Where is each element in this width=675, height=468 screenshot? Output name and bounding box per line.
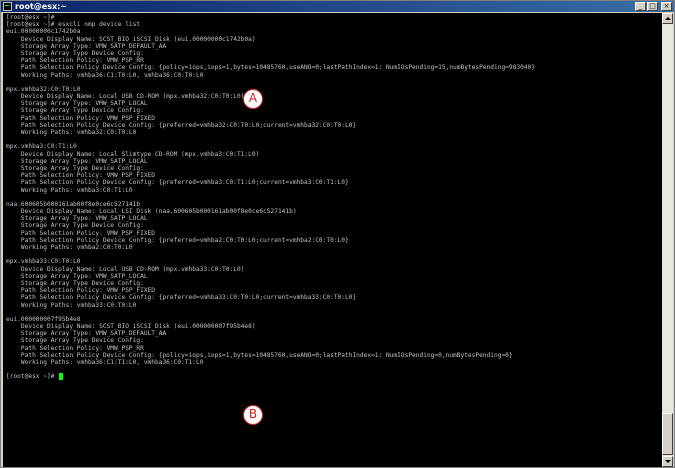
terminal-line: Working Paths: vmhba36:C1:T0:L0, vmhba36… — [6, 71, 204, 79]
terminal-line: Path Selection Policy Device Config: {pr… — [6, 294, 357, 302]
vertical-scrollbar[interactable] — [662, 13, 673, 467]
terminal-output[interactable]: [root@esx ~]# [root@esx ~]# esxcli nmp de… — [3, 13, 663, 467]
title-bar[interactable]: root@esx:~ _ □ × — [1, 1, 674, 12]
terminal-line: Path Selection Policy Device Config: {pr… — [6, 121, 357, 129]
terminal-line: eui.00000000c1742b0a — [6, 28, 81, 36]
terminal-line: Storage Array Type: VMW_SATP_LOCAL — [6, 215, 148, 223]
terminal-line: Working Paths: vmhba33:C0:T0:L0 — [6, 301, 137, 309]
terminal-line: Device Display Name: SCST_BIO iSCSI Disk… — [6, 35, 256, 43]
terminal-line: mpx.vmhba33:C0:T0:L0 — [6, 258, 81, 266]
terminal-line: Storage Array Type Device Config: — [6, 107, 144, 115]
minimize-button[interactable]: _ — [635, 2, 646, 11]
terminal-line: Storage Array Type Device Config: — [6, 279, 144, 287]
terminal-line: Storage Array Type: VMW_SATP_DEFAULT_AA — [6, 42, 167, 50]
terminal-line: Path Selection Policy: VMW_PSP_RR — [6, 57, 144, 65]
terminal-line: Path Selection Policy: VMW_PSP_FIXED — [6, 287, 156, 295]
terminal-line: eui.000000007f95b4e8 — [6, 315, 81, 323]
close-button[interactable]: × — [661, 2, 672, 11]
terminal-line: Working Paths: vmhba3:C0:T1:L0 — [6, 186, 133, 194]
terminal-line: naa.600605b000161ab00f8e0ce6c527141b — [6, 200, 141, 208]
terminal-window: root@esx:~ _ □ × [root@esx ~]# [root@esx … — [0, 0, 675, 468]
terminal-line: Path Selection Policy Device Config: {po… — [6, 351, 513, 359]
terminal-line: Storage Array Type Device Config: — [6, 49, 144, 57]
scroll-down-arrow-icon[interactable] — [662, 456, 673, 467]
terminal-line: Working Paths: vmhba2:C0:T0:L0 — [6, 244, 133, 251]
terminal-line: Device Display Name: Local USB CD-ROM (m… — [6, 93, 245, 101]
terminal-line: Storage Array Type Device Config: — [6, 222, 144, 230]
terminal-line: Storage Array Type: VMW_SATP_LOCAL — [6, 100, 148, 108]
terminal-line: mpx.vmhba32:C0:T0:L0 — [6, 85, 81, 93]
terminal-line: Working Paths: vmhba36:C1:T1:L0, vmhba36… — [6, 359, 204, 366]
terminal-line: [root@esx ~]# — [6, 14, 55, 21]
terminal-app-icon — [3, 2, 12, 11]
scrollbar-thumb[interactable] — [662, 413, 673, 455]
terminal-line: [root@esx ~]# esxcli nmp device list — [6, 21, 141, 29]
maximize-button[interactable]: □ — [647, 2, 658, 11]
terminal-line: Path Selection Policy Device Config: {pr… — [6, 179, 349, 187]
terminal-line: Path Selection Policy Device Config: {pr… — [6, 236, 349, 244]
scroll-up-arrow-icon[interactable] — [662, 13, 673, 24]
window-title: root@esx:~ — [15, 2, 68, 11]
callout-b: B — [243, 405, 263, 425]
terminal-line: Storage Array Type Device Config: — [6, 337, 144, 345]
terminal-line: Device Display Name: Local LSI Disk (naa… — [6, 208, 297, 216]
terminal-line: Path Selection Policy: VMW_PSP_FIXED — [6, 229, 156, 237]
terminal-line: Working Paths: vmhba32:C0:T0:L0 — [6, 129, 137, 136]
terminal-line: Storage Array Type Device Config: — [6, 164, 144, 172]
terminal-line: mpx.vmhba3:C0:T1:L0 — [6, 143, 77, 151]
terminal-cursor — [59, 373, 64, 381]
terminal-line: Device Display Name: Local USB CD-ROM (m… — [6, 265, 245, 273]
terminal-line: Path Selection Policy: VMW_PSP_RR — [6, 344, 144, 352]
callout-a: A — [243, 89, 263, 109]
terminal-text: [root@esx ~]# [root@esx ~]# esxcli nmp de… — [6, 14, 535, 381]
terminal-line: Path Selection Policy: VMW_PSP_FIXED — [6, 114, 156, 122]
terminal-line: [root@esx ~]# — [6, 373, 535, 381]
terminal-line: Path Selection Policy: VMW_PSP_FIXED — [6, 172, 156, 180]
terminal-line: Storage Array Type: VMW_SATP_DEFAULT_AA — [6, 330, 167, 338]
terminal-line: Path Selection Policy Device Config: {po… — [6, 64, 535, 72]
terminal-line: Device Display Name: SCST_BIO iSCSI Disk… — [6, 323, 256, 331]
window-controls: _ □ × — [635, 2, 672, 11]
terminal-line: Storage Array Type: VMW_SATP_LOCAL — [6, 272, 148, 280]
terminal-line: Device Display Name: Local Slimtype CD-R… — [6, 150, 260, 158]
terminal-line: Storage Array Type: VMW_SATP_LOCAL — [6, 157, 148, 165]
